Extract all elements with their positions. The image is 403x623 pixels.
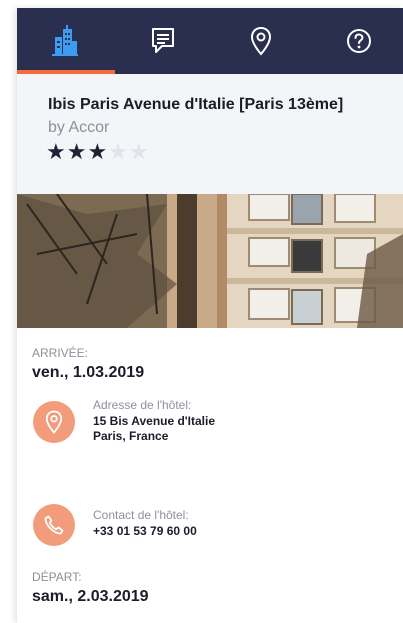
location-pin-icon [250, 26, 272, 56]
phone-icon [44, 515, 64, 535]
help-icon [347, 29, 371, 53]
address-label: Adresse de l'hôtel: [93, 398, 192, 412]
hotel-details-panel: Ibis Paris Avenue d'Italie [Paris 13ème]… [17, 8, 403, 623]
address-line-2: Paris, France [93, 429, 169, 443]
chat-icon [152, 28, 174, 53]
hotel-brand: by Accor [48, 119, 110, 136]
star-icon: ★ [108, 139, 129, 164]
tab-hotel[interactable] [17, 8, 115, 74]
checkin-date: ven., 1.03.2019 [32, 364, 145, 381]
building-icon [52, 25, 78, 56]
star-icon: ★ [46, 139, 67, 164]
tab-messages[interactable] [115, 8, 211, 74]
location-pin-icon [45, 410, 63, 434]
hotel-photo [17, 194, 403, 328]
tab-bar [17, 8, 403, 74]
contact-icon-circle[interactable] [33, 504, 75, 546]
star-icon: ★ [66, 139, 88, 164]
tab-help[interactable] [311, 8, 403, 74]
star-icon: ★ [87, 139, 109, 164]
contact-phone[interactable]: +33 01 53 79 60 00 [93, 524, 197, 539]
contact-label: Contact de l'hôtel: [93, 508, 189, 522]
address-icon-circle [33, 401, 75, 443]
checkin-label: ARRIVÉE: [32, 346, 89, 360]
tab-location[interactable] [213, 8, 309, 74]
star-rating: ★★★★★ [46, 139, 150, 165]
star-icon: ★ [128, 139, 150, 164]
checkout-date: sam., 2.03.2019 [32, 588, 149, 605]
hotel-name: Ibis Paris Avenue d'Italie [Paris 13ème] [48, 96, 344, 113]
address-line-1: 15 Bis Avenue d'Italie [93, 414, 216, 428]
hotel-header: Ibis Paris Avenue d'Italie [Paris 13ème]… [17, 74, 403, 194]
checkout-label: DÉPART: [32, 570, 82, 584]
